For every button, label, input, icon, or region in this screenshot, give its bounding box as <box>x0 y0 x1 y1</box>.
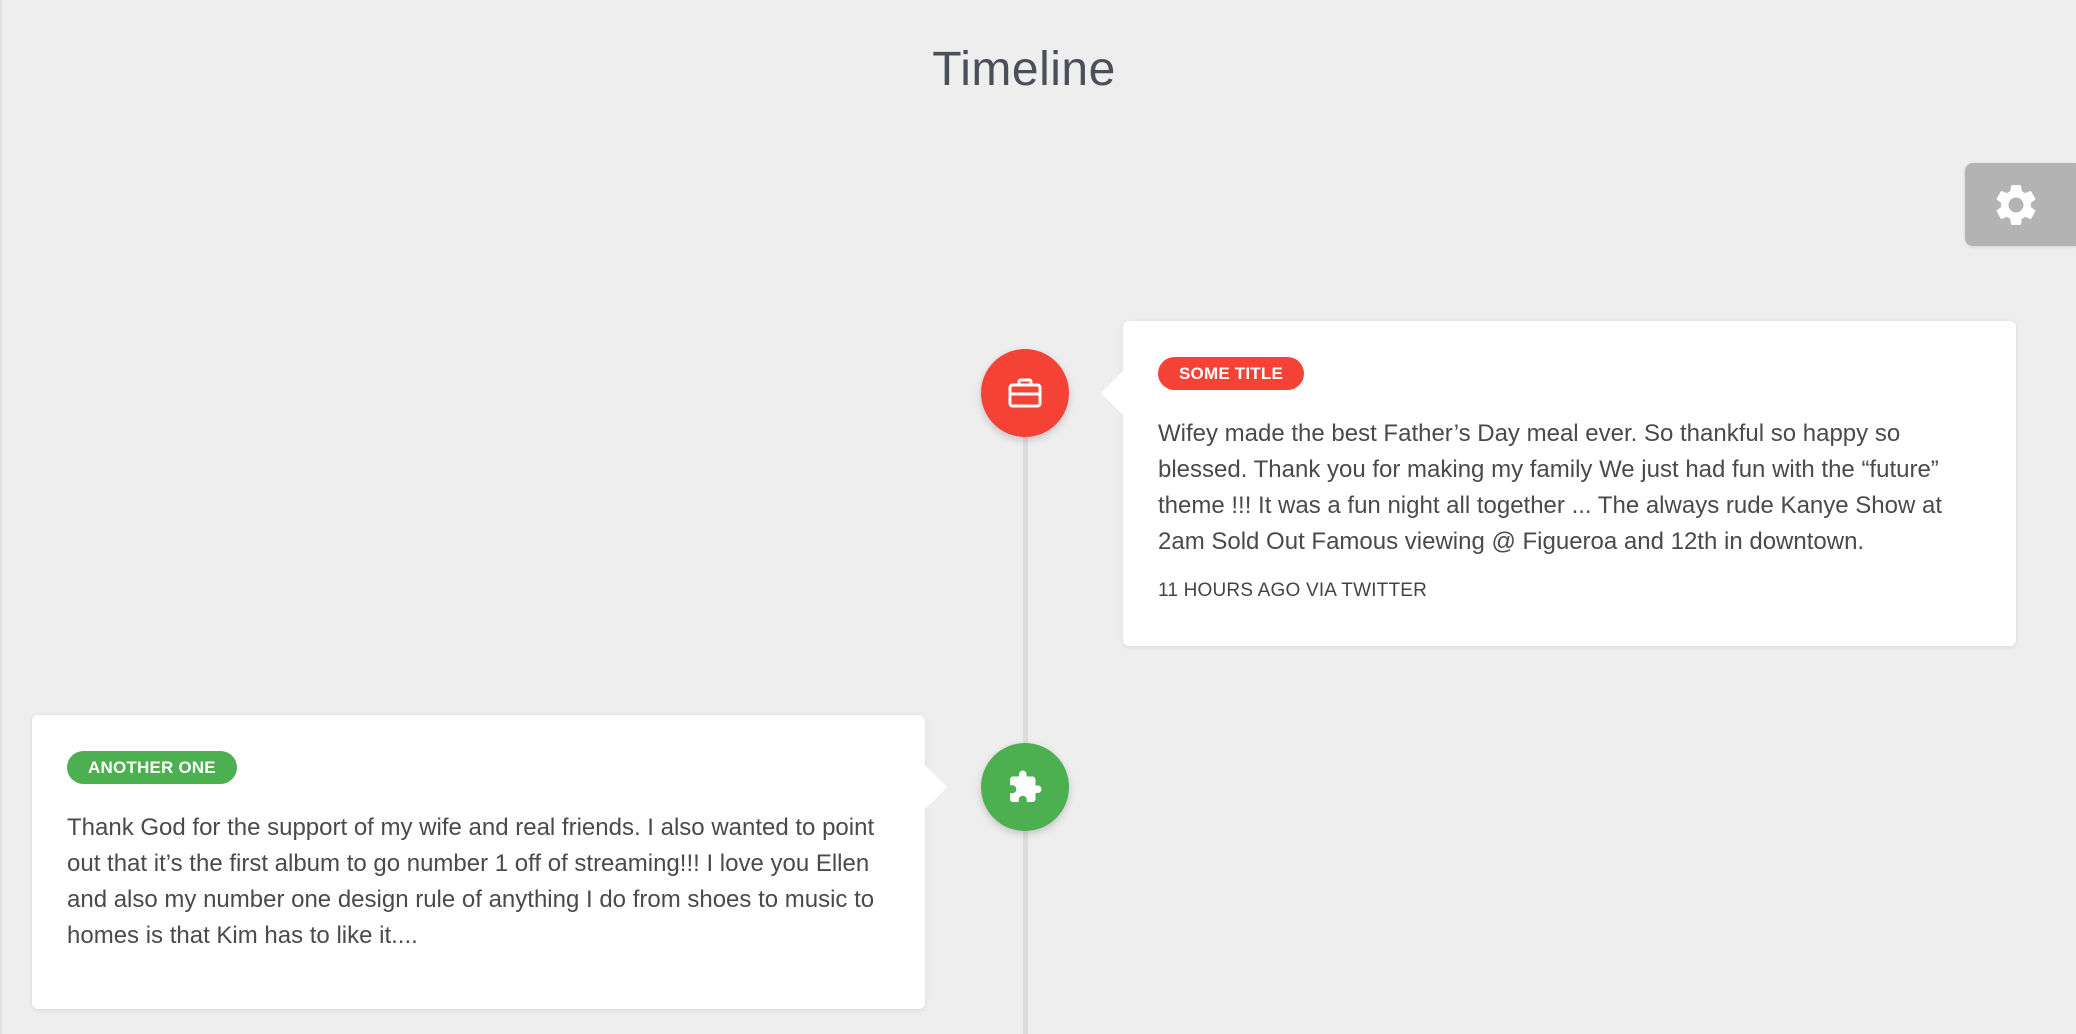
timeline-body: Wifey made the best Father’s Day meal ev… <box>1158 420 1942 555</box>
timeline-meta: 11 HOURS AGO VIA TWITTER <box>1158 580 1428 601</box>
page-title: Timeline <box>932 43 1116 96</box>
briefcase-icon <box>1008 378 1042 408</box>
puzzle-icon <box>1010 770 1042 802</box>
timeline-badge-puzzle <box>981 743 1069 831</box>
panel-pointer <box>925 765 947 809</box>
timeline-badge-briefcase <box>981 349 1069 437</box>
timeline-label: ANOTHER ONE <box>67 751 237 784</box>
panel-pointer <box>1101 371 1123 415</box>
page-edge <box>0 0 2 1034</box>
timeline-panel: ANOTHER ONE Thank God for the support of… <box>32 715 947 1009</box>
timeline-panel: SOME TITLE Wifey made the best Father’s … <box>1101 321 2016 646</box>
timeline-label: SOME TITLE <box>1158 357 1304 390</box>
timeline-body: Thank God for the support of my wife and… <box>67 814 875 949</box>
timeline-line <box>1023 395 1028 1034</box>
gear-icon <box>1996 184 2035 225</box>
settings-button[interactable] <box>1965 163 2076 246</box>
